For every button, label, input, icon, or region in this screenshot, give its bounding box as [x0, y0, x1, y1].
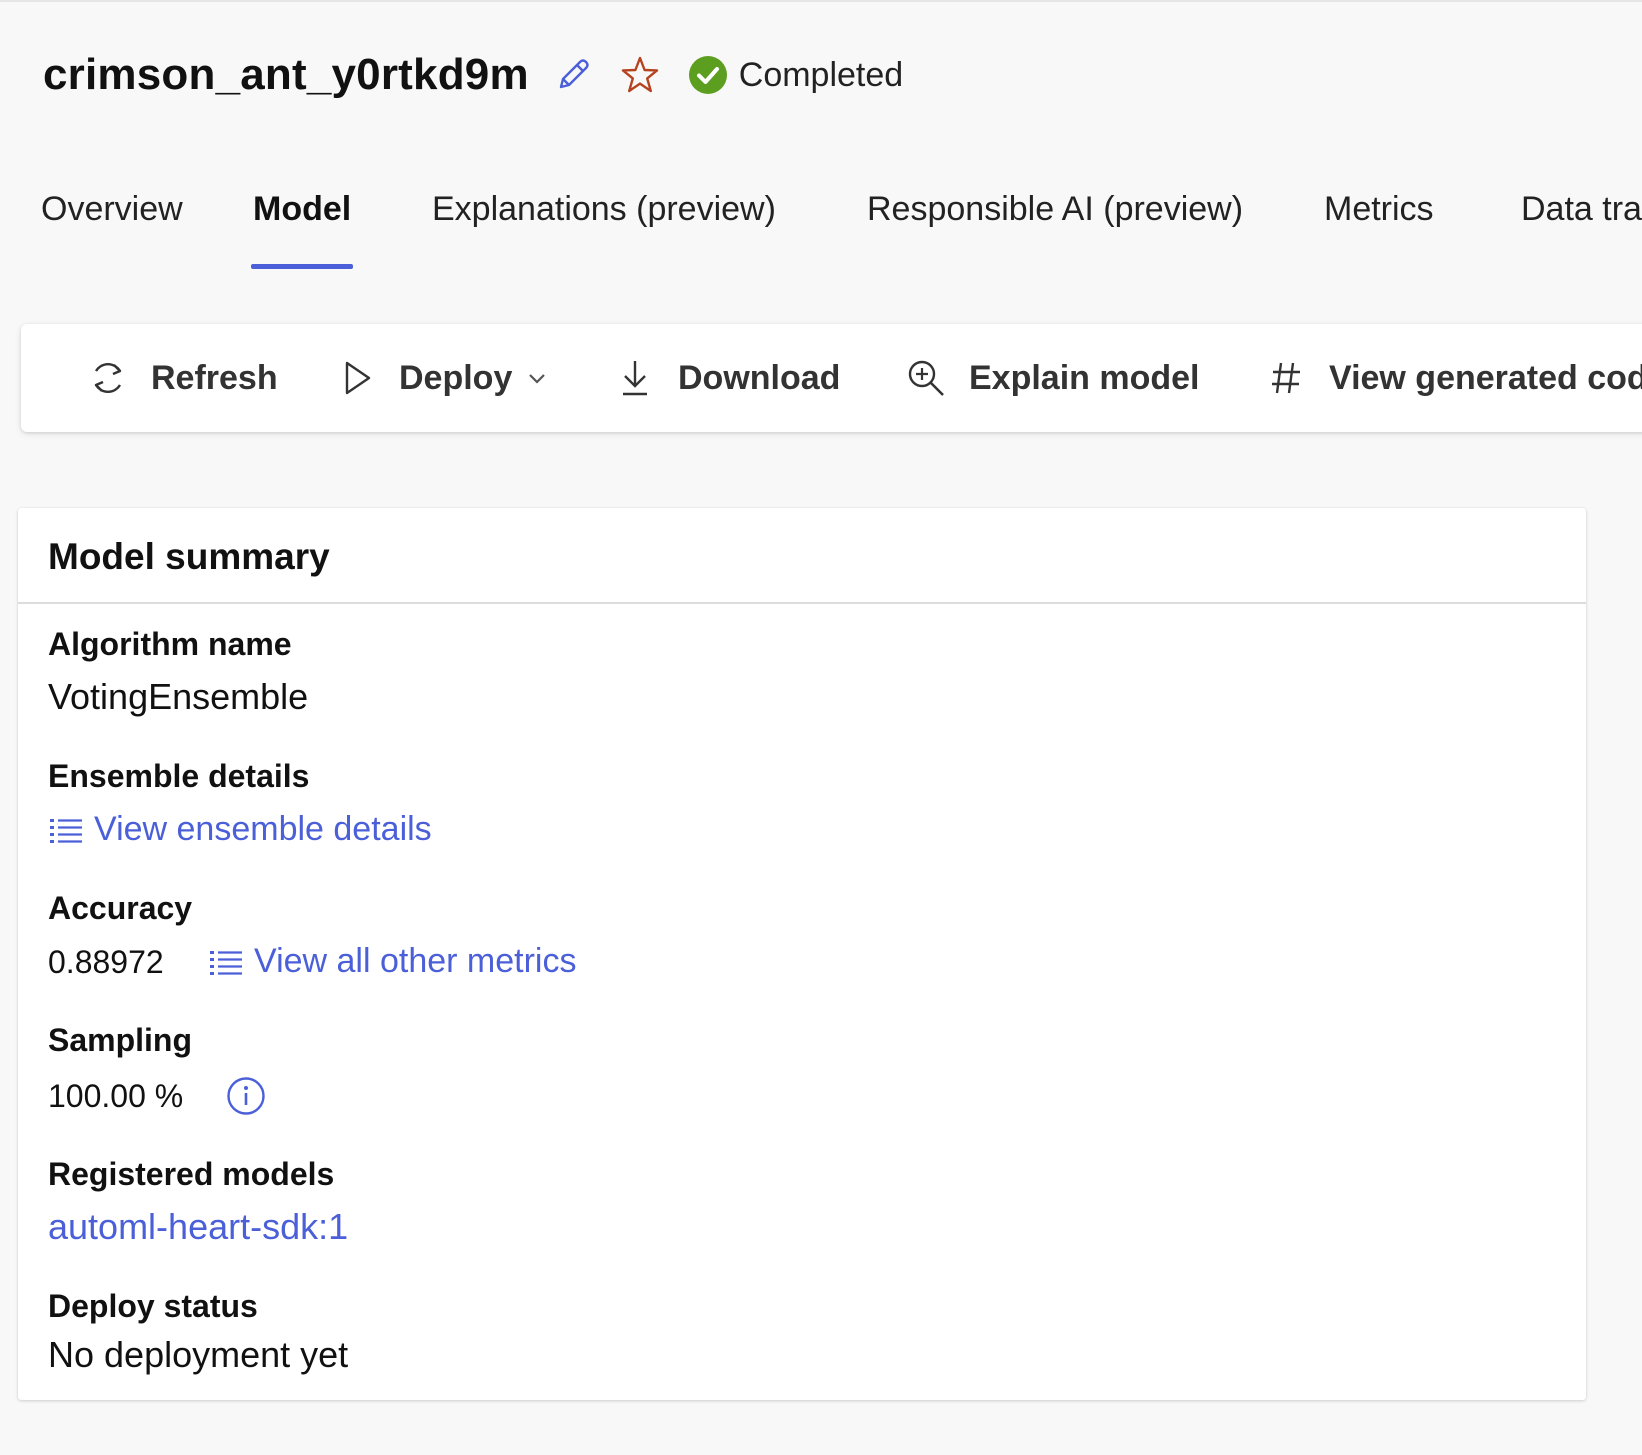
download-label: Download — [678, 358, 841, 397]
accuracy-label: Accuracy — [48, 890, 193, 926]
info-icon[interactable] — [226, 1076, 266, 1116]
explain-model-button[interactable]: Explain model — [905, 324, 1200, 432]
pencil-icon[interactable] — [553, 55, 593, 95]
tab-overview[interactable]: Overview — [41, 190, 183, 272]
divider — [18, 602, 1586, 604]
deploy-button[interactable]: Deploy — [335, 324, 548, 432]
play-icon — [335, 357, 377, 399]
run-name: crimson_ant_y0rtkd9m — [43, 50, 529, 99]
chevron-down-icon — [526, 367, 548, 389]
tab-label: Metrics — [1324, 190, 1434, 228]
ensemble-details-label: Ensemble details — [48, 758, 310, 794]
deploy-status-label: Deploy status — [48, 1288, 258, 1324]
tab-metrics[interactable]: Metrics — [1324, 190, 1434, 272]
zoom-in-icon — [905, 357, 947, 399]
tab-label: Responsible AI (preview) — [867, 190, 1244, 228]
registered-models-label: Registered models — [48, 1156, 335, 1192]
algorithm-name-value: VotingEnsemble — [48, 676, 309, 717]
registered-model-link[interactable]: automl-heart-sdk:1 — [48, 1206, 348, 1248]
explain-model-label: Explain model — [969, 358, 1200, 397]
active-tab-indicator — [251, 264, 354, 269]
status-label: Completed — [738, 55, 904, 94]
tab-responsible-ai[interactable]: Responsible AI (preview) — [867, 190, 1243, 272]
refresh-label: Refresh — [151, 358, 278, 397]
card-title: Model summary — [48, 536, 330, 577]
view-ensemble-details-text: View ensemble details — [94, 810, 432, 848]
deploy-label: Deploy — [399, 358, 513, 397]
top-border — [0, 0, 1642, 2]
view-all-metrics-link[interactable]: View all other metrics — [208, 942, 577, 981]
tab-label: Explanations (preview) — [432, 190, 776, 228]
list-icon — [208, 947, 244, 977]
download-button[interactable]: Download — [614, 324, 840, 432]
sampling-label: Sampling — [48, 1022, 193, 1058]
command-toolbar: Refresh Deploy Download Explain model Vi… — [21, 324, 1642, 432]
check-circle-icon — [687, 54, 729, 96]
deploy-status-value: No deployment yet — [48, 1334, 349, 1375]
accuracy-value: 0.88972 — [48, 944, 164, 980]
tab-data-transformation[interactable]: Data tra — [1521, 190, 1642, 272]
view-generated-code-button[interactable]: View generated code — [1265, 324, 1642, 432]
tab-model[interactable]: Model — [251, 190, 354, 272]
hash-icon — [1265, 357, 1307, 399]
tab-bar: Overview Model Explanations (preview) Re… — [0, 190, 1642, 272]
view-all-metrics-text: View all other metrics — [254, 942, 577, 980]
sampling-value: 100.00 % — [48, 1078, 184, 1114]
model-summary-card: Model summary Algorithm name VotingEnsem… — [18, 508, 1586, 1400]
tab-label: Data tra — [1521, 190, 1642, 228]
list-icon — [48, 815, 84, 845]
refresh-icon — [87, 357, 129, 399]
algorithm-name-label: Algorithm name — [48, 626, 292, 662]
tab-label: Overview — [41, 190, 183, 228]
tab-label: Model — [253, 190, 352, 228]
page-header: crimson_ant_y0rtkd9m Completed — [43, 50, 903, 100]
tab-explanations[interactable]: Explanations (preview) — [432, 190, 776, 272]
refresh-button[interactable]: Refresh — [87, 324, 278, 432]
download-icon — [614, 357, 656, 399]
star-icon[interactable] — [619, 54, 661, 96]
view-ensemble-details-link[interactable]: View ensemble details — [48, 810, 432, 849]
view-generated-code-label: View generated code — [1329, 358, 1642, 397]
